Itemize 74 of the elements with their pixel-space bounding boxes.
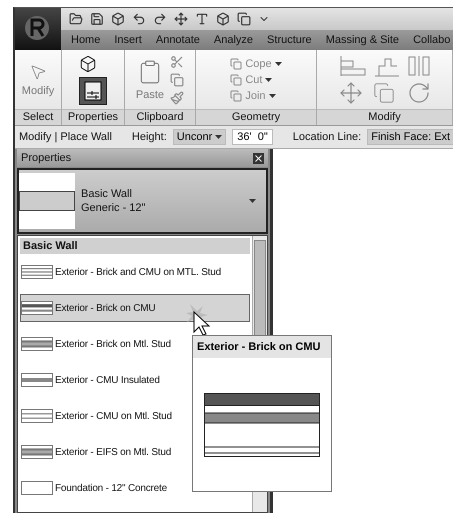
scissors-icon (170, 54, 184, 68)
type-name: Generic - 12" (81, 202, 146, 214)
panel-label: Properties (62, 109, 124, 125)
geometry-tool-button[interactable]: Cut (230, 74, 282, 86)
close-icon[interactable] (253, 152, 264, 164)
brush-icon (170, 90, 184, 104)
ribbon-tab[interactable]: Insert (114, 34, 142, 46)
properties-title: Properties (21, 152, 72, 164)
paste-button[interactable]: Paste (136, 58, 164, 100)
wall-swatch-icon (21, 409, 53, 423)
wall-swatch-icon (21, 373, 53, 387)
properties-icon (84, 80, 102, 100)
align-icon (338, 54, 366, 76)
panel-label: Clipboard (125, 109, 195, 125)
caret-icon (274, 62, 282, 66)
text-icon[interactable] (195, 12, 209, 26)
shape-icon (230, 74, 242, 86)
caret-icon (265, 78, 272, 82)
type-family: Basic Wall (81, 188, 133, 200)
shape-icon (230, 58, 242, 70)
type-selector[interactable]: Basic Wall Generic - 12" (17, 168, 268, 234)
wall-swatch-icon (21, 301, 53, 315)
undo-icon[interactable] (132, 12, 146, 26)
ribbon-tab[interactable]: Analyze (214, 34, 254, 46)
cube-icon (79, 54, 97, 72)
cube-icon[interactable] (111, 12, 125, 26)
modify-button[interactable]: Modify (22, 62, 54, 96)
wall-swatch-icon (21, 481, 53, 495)
wall-swatch-icon (21, 445, 53, 459)
mode-label: Modify | Place Wall (19, 131, 112, 143)
properties-button[interactable] (79, 76, 107, 104)
wall-swatch-icon (21, 337, 53, 351)
offset-icon (372, 56, 400, 78)
cube-icon[interactable] (216, 12, 230, 26)
window-icon[interactable] (237, 12, 251, 26)
panel-label: Select (15, 109, 61, 125)
wall-swatch-icon (21, 265, 53, 279)
type-list-item[interactable]: Foundation - 12" Concrete (20, 474, 250, 502)
copy-icon (170, 72, 184, 86)
geometry-tool-button[interactable]: Cope (230, 58, 282, 70)
shape-icon (230, 90, 242, 102)
ribbon-tab[interactable]: Home (71, 34, 100, 46)
caret-icon (268, 94, 276, 98)
rotate-icon (406, 80, 430, 104)
panel-label: Geometry (196, 109, 316, 125)
ribbon-tab[interactable]: Collabo (413, 34, 450, 46)
location-line-dropdown[interactable]: Finish Face: Ext (367, 129, 453, 145)
ribbon-tab[interactable]: Massing & Site (326, 34, 400, 46)
caret-icon (215, 135, 222, 139)
move-icon (338, 80, 362, 104)
location-line-label: Location Line: (292, 131, 362, 143)
ribbon-tab[interactable]: Annotate (156, 34, 200, 46)
geometry-tool-button[interactable]: Join (230, 90, 282, 102)
tooltip-title: Exterior - Brick on CMU (193, 336, 331, 358)
type-list-item[interactable]: Exterior - CMU on Mtl. Stud (20, 402, 250, 430)
pointer-icon (29, 62, 47, 80)
open-icon[interactable] (69, 12, 83, 26)
type-list-item[interactable]: Exterior - CMU Insulated (20, 366, 250, 394)
save-icon[interactable] (90, 12, 104, 26)
panel-label: Modify (317, 109, 452, 125)
redo-icon[interactable] (153, 12, 167, 26)
type-list-item[interactable]: Exterior - Brick and CMU on MTL. Stud (20, 258, 250, 286)
type-list-item[interactable]: Exterior - Brick on CMU (20, 294, 250, 322)
group-header: Basic Wall (20, 238, 250, 254)
mirror-icon (406, 54, 430, 76)
caret-icon (249, 199, 256, 203)
application-menu-button[interactable] (15, 8, 61, 50)
height-label: Height: (132, 131, 167, 143)
height-dropdown[interactable]: Unconr (172, 129, 226, 145)
ribbon-tab[interactable]: Structure (267, 34, 312, 46)
type-list-item[interactable]: Exterior - EIFS on Mtl. Stud (20, 438, 250, 466)
copy-icon (372, 82, 394, 104)
type-preview-icon (19, 173, 75, 229)
height-field[interactable]: 36' 0" (232, 129, 273, 145)
